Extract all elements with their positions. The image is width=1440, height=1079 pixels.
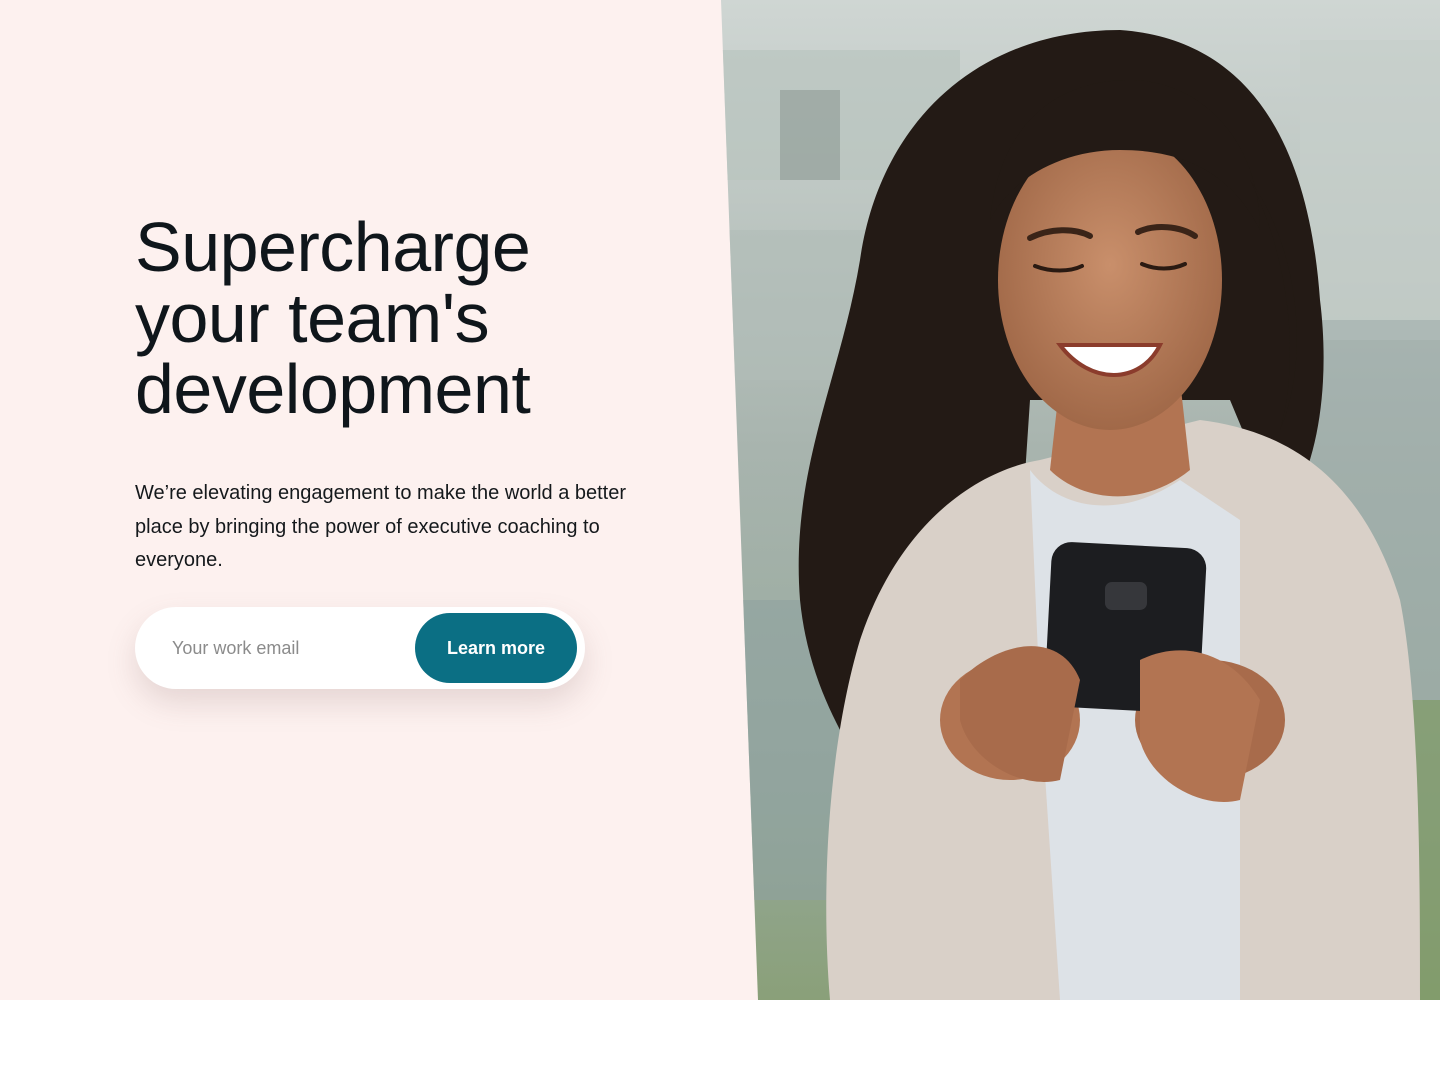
page-title: Supercharge your team's development: [135, 212, 695, 425]
headline-line: your team's: [135, 279, 490, 357]
hero-subtext: We’re elevating engagement to make the w…: [135, 482, 627, 571]
headline-line: Supercharge: [135, 208, 531, 286]
headline-line: development: [135, 350, 531, 428]
hero-section: Supercharge your team's development We’r…: [0, 0, 1440, 1000]
email-signup-form: Learn more: [135, 607, 585, 689]
hero-content: Supercharge your team's development We’r…: [135, 212, 695, 578]
email-field[interactable]: [155, 623, 405, 673]
page-below-fold: [0, 1000, 1440, 1079]
learn-more-button[interactable]: Learn more: [415, 613, 577, 683]
